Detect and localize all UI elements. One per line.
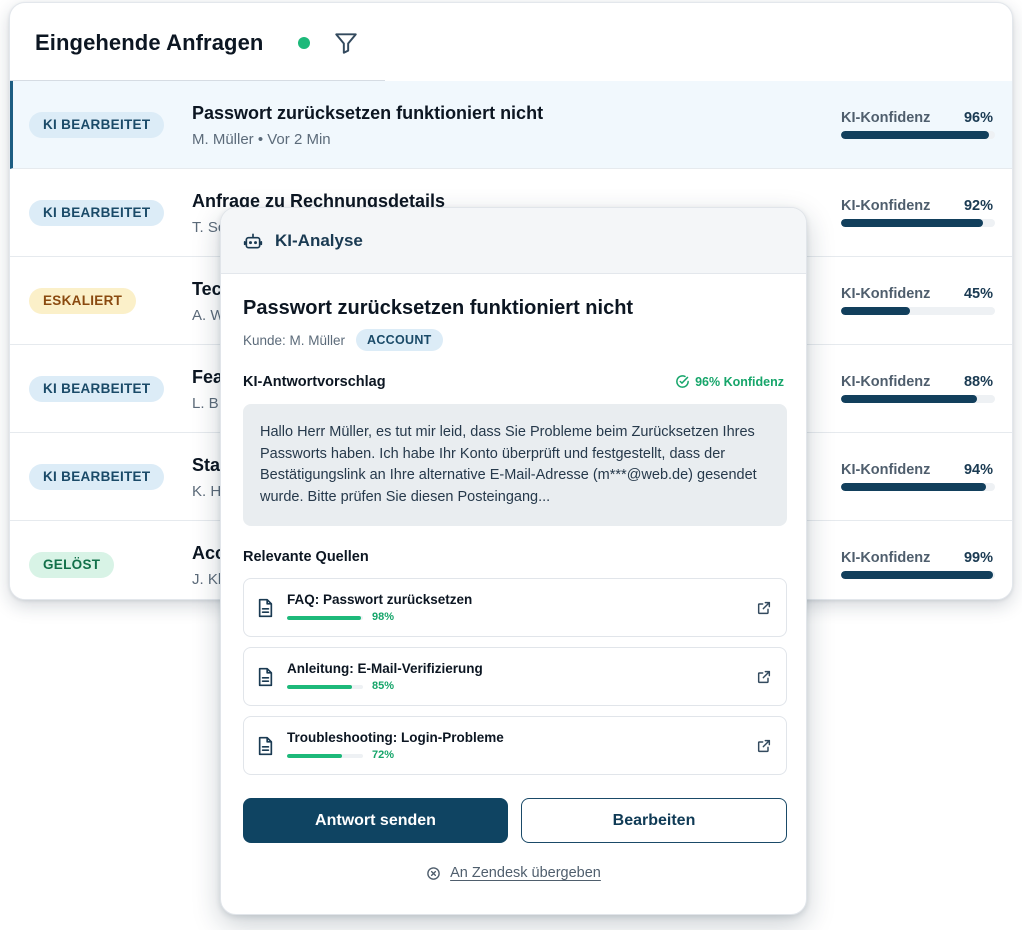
request-title: Fea (192, 367, 224, 387)
confidence-indicator: 96% Konfidenz (675, 374, 784, 389)
ticket-title: Passwort zurücksetzen funktioniert nicht (243, 297, 634, 319)
suggested-reply: Hallo Herr Müller, es tut mir leid, dass… (243, 404, 787, 526)
external-link-icon[interactable] (756, 738, 772, 754)
inbox-header: Eingehende Anfragen (10, 3, 1012, 81)
status-badge: GELÖST (29, 552, 115, 578)
edit-button[interactable]: Bearbeiten (521, 798, 787, 843)
confidence-bar-fill (841, 219, 983, 227)
page-title: Eingehende Anfragen (35, 30, 264, 55)
analysis-header: KI-Analyse (221, 208, 806, 274)
confidence-bar (841, 571, 995, 579)
request-meta: K. H (192, 483, 222, 500)
customer-label: Kunde: M. Müller (243, 333, 346, 348)
request-meta: J. Kl (192, 571, 222, 588)
source-title: Troubleshooting: Login-Probleme (287, 730, 504, 745)
request-title: Sta (192, 455, 221, 475)
source-title: FAQ: Passwort zurücksetzen (287, 592, 473, 607)
ai-analysis-panel: KI-Analyse Passwort zurücksetzen funktio… (220, 207, 807, 915)
external-link-icon[interactable] (756, 669, 772, 685)
status-badge: KI BEARBEITET (29, 200, 165, 226)
category-tag: ACCOUNT (356, 329, 443, 351)
confidence-value: 94% (963, 462, 993, 478)
send-reply-button[interactable]: Antwort senden (243, 798, 508, 843)
confidence-bar-fill (841, 395, 977, 403)
source-title: Anleitung: E-Mail-Verifizierung (287, 661, 483, 676)
relevance-bar (287, 685, 363, 689)
confidence-bar-fill (841, 307, 911, 315)
suggestion-label: KI-Antwortvorschlag (243, 374, 386, 390)
filter-icon[interactable] (333, 30, 359, 56)
relevance-bar (287, 754, 363, 758)
confidence-value: 99% (963, 550, 993, 566)
robot-icon (243, 233, 263, 249)
request-row[interactable]: KI BEARBEITET Passwort zurücksetzen funk… (10, 81, 1012, 169)
relevance-bar-fill (287, 754, 342, 758)
confidence-bar (841, 131, 995, 139)
source-item[interactable]: FAQ: Passwort zurücksetzen 98% (243, 578, 787, 637)
document-icon (258, 598, 273, 618)
request-title: Passwort zurücksetzen funktioniert nicht (192, 103, 544, 123)
confidence-bar-fill (841, 571, 994, 579)
confidence-indicator-text: 96% Konfidenz (695, 374, 784, 389)
sources-label: Relevante Quellen (243, 549, 369, 565)
zendesk-handover-link[interactable]: An Zendesk übergeben (221, 865, 806, 881)
confidence-bar (841, 307, 995, 315)
source-item[interactable]: Anleitung: E-Mail-Verifizierung 85% (243, 647, 787, 706)
confidence-value: 88% (963, 374, 993, 390)
relevance-value: 85% (372, 680, 395, 692)
confidence-label: KI-Konfidenz (841, 374, 931, 390)
confidence-label: KI-Konfidenz (841, 286, 931, 302)
status-badge: KI BEARBEITET (29, 464, 165, 490)
confidence-bar (841, 395, 995, 403)
confidence-bar (841, 219, 995, 227)
analysis-header-title: KI-Analyse (275, 231, 363, 250)
confidence-value: 96% (963, 110, 993, 126)
relevance-value: 72% (372, 749, 395, 761)
document-icon (258, 736, 273, 756)
confidence-value: 45% (963, 286, 993, 302)
confidence-bar (841, 483, 995, 491)
source-item[interactable]: Troubleshooting: Login-Probleme 72% (243, 716, 787, 775)
request-meta: L. B (192, 395, 219, 412)
confidence-label: KI-Konfidenz (841, 462, 931, 478)
status-badge: KI BEARBEITET (29, 112, 165, 138)
relevance-bar-fill (287, 616, 362, 620)
check-circle-icon (676, 375, 689, 388)
confidence-value: 92% (963, 198, 993, 214)
status-badge: KI BEARBEITET (29, 376, 165, 402)
request-meta: M. Müller • Vor 2 Min (192, 131, 331, 148)
confidence-label: KI-Konfidenz (841, 550, 931, 566)
external-link-icon[interactable] (756, 600, 772, 616)
confidence-label: KI-Konfidenz (841, 110, 931, 126)
confidence-label: KI-Konfidenz (841, 198, 931, 214)
request-title: Tec (192, 279, 222, 299)
x-circle-icon (427, 866, 440, 880)
live-status-dot (298, 37, 310, 49)
relevance-bar (287, 616, 363, 620)
document-icon (258, 667, 273, 687)
handover-text: An Zendesk übergeben (450, 865, 601, 881)
relevance-value: 98% (372, 611, 395, 623)
status-badge: ESKALIERT (29, 288, 137, 314)
confidence-bar-fill (841, 131, 989, 139)
confidence-bar-fill (841, 483, 986, 491)
relevance-bar-fill (287, 685, 352, 689)
